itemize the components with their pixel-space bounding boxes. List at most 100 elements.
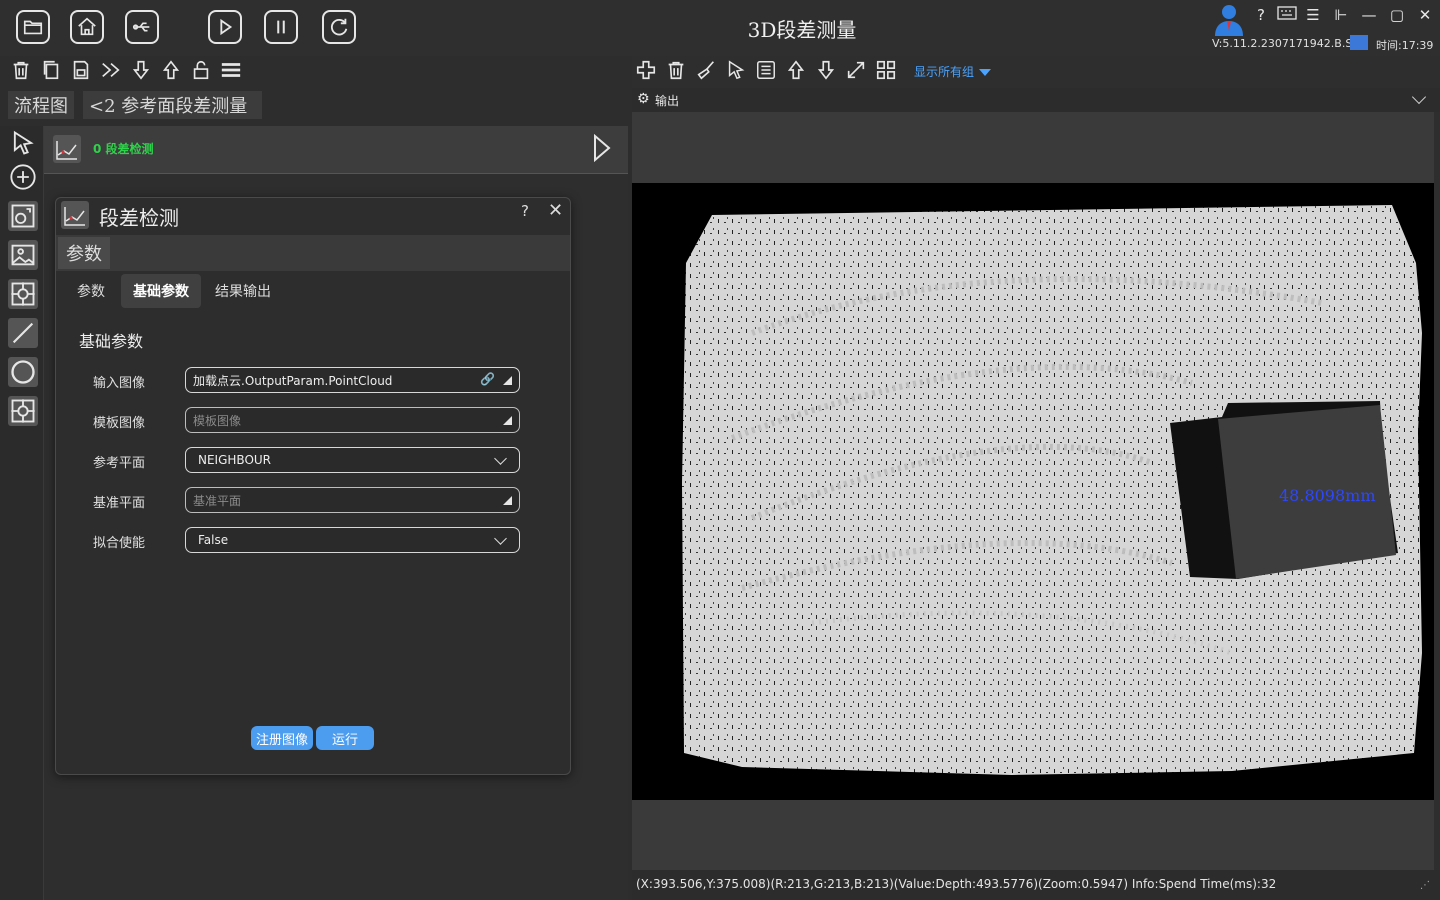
add-tool[interactable]: [8, 162, 38, 192]
move-up-view-button[interactable]: [785, 59, 809, 83]
picture-icon: [11, 244, 35, 266]
show-all-groups-dropdown[interactable]: 显示所有组: [914, 63, 991, 80]
line-icon: [12, 322, 34, 344]
fit-enable-select[interactable]: False: [185, 527, 520, 553]
input-image-value: 加载点云.OutputParam.PointCloud: [193, 373, 393, 388]
flow-node-label: 0 段差检测: [93, 142, 154, 156]
expand-triangle-icon[interactable]: [503, 376, 512, 385]
unlock-icon: [193, 60, 209, 80]
reference-plane-select[interactable]: NEIGHBOUR: [185, 447, 520, 473]
viewer-top-area: [632, 112, 1434, 183]
calculator-icon[interactable]: [1350, 35, 1368, 50]
link-icon[interactable]: 🔗: [480, 372, 495, 386]
add-button[interactable]: [635, 59, 659, 83]
resize-grip-icon[interactable]: ⋰: [1420, 880, 1430, 891]
keyboard-icon: [1277, 6, 1297, 20]
list-icon: [221, 63, 241, 77]
chevron-down-icon: [494, 532, 507, 545]
arrow-down-icon: [132, 60, 150, 80]
step-detect-icon: [61, 201, 89, 229]
fast-forward-icon: [102, 62, 120, 78]
broom-icon: [697, 61, 714, 80]
dialog-section-bar: [56, 235, 570, 271]
play-icon: [594, 133, 611, 163]
measurement-label: 48.8098mm: [1279, 486, 1376, 505]
delete-button[interactable]: [10, 59, 34, 83]
save-button[interactable]: [70, 59, 94, 83]
fit-enable-value: False: [198, 533, 229, 547]
image-source-icon: [11, 204, 35, 228]
subtab-basic-params[interactable]: 基础参数: [121, 274, 201, 308]
param-label: 拟合使能: [93, 536, 146, 551]
node-run-button[interactable]: [592, 133, 612, 163]
minimize-button[interactable]: —: [1358, 6, 1380, 24]
dialog-help-button[interactable]: ?: [521, 202, 529, 220]
cursor-icon: [13, 130, 34, 155]
move-down-view-button[interactable]: [815, 59, 839, 83]
breadcrumb-current[interactable]: <2 参考面段差测量: [83, 91, 262, 119]
section-tab-params[interactable]: 参数: [58, 237, 110, 269]
menu-button[interactable]: ☰: [1302, 6, 1324, 24]
step-button[interactable]: [100, 59, 124, 83]
unlock-button[interactable]: [190, 59, 214, 83]
breadcrumb-flow[interactable]: 流程图: [8, 91, 74, 119]
input-image-field[interactable]: 加载点云.OutputParam.PointCloud 🔗: [185, 367, 520, 393]
caret-down-icon: [978, 69, 991, 76]
select-tool[interactable]: [8, 128, 38, 158]
user-avatar[interactable]: [1211, 2, 1247, 36]
arrow-up-icon: [787, 60, 805, 80]
output-header: [632, 88, 1440, 112]
clear-button[interactable]: [695, 59, 719, 83]
keyboard-button[interactable]: [1276, 6, 1298, 24]
version-label: V:5.11.2.2307171942.B.S.C: [1212, 37, 1364, 50]
cursor-icon: [728, 60, 745, 80]
dialog-title: 段差检测: [99, 206, 179, 230]
gear-icon[interactable]: ⚙: [637, 91, 650, 107]
pointer-button[interactable]: [725, 59, 749, 83]
image-tool[interactable]: [8, 240, 38, 270]
target-icon: [11, 399, 35, 423]
subtab-result-output[interactable]: 结果输出: [206, 274, 280, 308]
base-plane-field[interactable]: 基准平面: [185, 487, 520, 513]
expand-triangle-icon[interactable]: [503, 496, 512, 505]
user-icon: [1215, 5, 1243, 36]
template-image-field[interactable]: 模板图像: [185, 407, 520, 433]
close-window-button[interactable]: ✕: [1414, 6, 1436, 24]
circle-tool[interactable]: [8, 357, 38, 387]
help-button[interactable]: ?: [1250, 6, 1272, 24]
register-image-button[interactable]: 注册图像: [251, 726, 313, 750]
subtab-params[interactable]: 参数: [66, 274, 116, 308]
measure-tool[interactable]: [8, 396, 38, 426]
viewer-bottom-area: [632, 800, 1434, 870]
move-down-button[interactable]: [130, 59, 154, 83]
base-plane-placeholder: 基准平面: [193, 493, 242, 508]
group-title: 基础参数: [79, 332, 144, 351]
list-button[interactable]: [220, 59, 244, 83]
copy-button[interactable]: [40, 59, 64, 83]
output-label: 输出: [655, 94, 680, 108]
clock-label: 时间:17:39: [1376, 39, 1434, 52]
crosshair-icon: [11, 282, 35, 306]
param-label: 模板图像: [93, 416, 146, 431]
step-detect-icon: [53, 135, 81, 163]
chevron-down-icon: [494, 452, 507, 465]
expand-triangle-icon[interactable]: [503, 416, 512, 425]
grid-icon: [876, 60, 896, 80]
expand-icon: [847, 61, 865, 79]
grid-layout-button[interactable]: [875, 59, 899, 83]
maximize-button[interactable]: ▢: [1386, 6, 1408, 24]
document-icon: [757, 61, 775, 79]
expand-button[interactable]: [845, 59, 869, 83]
report-button[interactable]: [755, 59, 779, 83]
app-window: 3D段差测量 ? ☰ ⊩ — ▢ ✕ V:5.11.2.2307171942.B…: [0, 0, 1440, 900]
locate-tool[interactable]: [8, 279, 38, 309]
move-up-button[interactable]: [160, 59, 184, 83]
run-button[interactable]: 运行: [316, 726, 374, 750]
line-tool[interactable]: [8, 318, 38, 348]
pin-button[interactable]: ⊩: [1330, 6, 1352, 24]
image-source-tool[interactable]: [8, 201, 38, 231]
trash-icon: [13, 61, 29, 80]
delete-view-button[interactable]: [665, 59, 689, 83]
dialog-close-button[interactable]: ✕: [548, 200, 563, 221]
reference-plane-value: NEIGHBOUR: [198, 453, 272, 467]
